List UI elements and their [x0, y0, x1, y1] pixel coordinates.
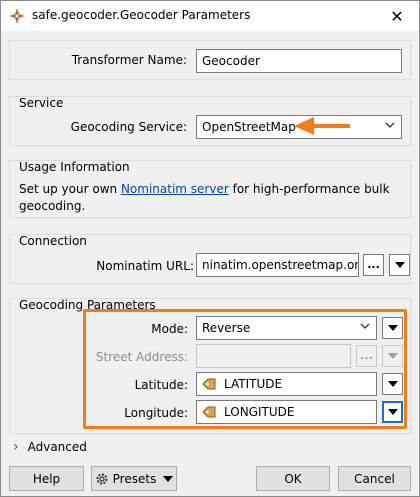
latitude-value: LATITUDE — [224, 377, 283, 391]
triangle-down-icon — [387, 353, 398, 359]
url-browse-button[interactable]: ... — [363, 254, 384, 276]
transformer-name-input[interactable]: Geocoder — [196, 49, 402, 73]
chevron-down-icon — [385, 120, 395, 133]
usage-info-group: Usage Information Set up your own Nomina… — [9, 160, 411, 218]
geocoding-service-label: Geocoding Service: — [70, 120, 187, 134]
longitude-menu-dropdown[interactable] — [382, 401, 403, 423]
chevron-right-icon: › — [13, 439, 19, 455]
mode-select[interactable]: Reverse — [196, 316, 377, 340]
help-button[interactable]: Help — [9, 466, 84, 491]
triangle-down-icon — [387, 381, 398, 387]
close-icon[interactable]: ✕ — [375, 1, 419, 31]
geocoding-params-title: Geocoding Parameters — [19, 298, 156, 312]
connection-group-title: Connection — [19, 234, 87, 248]
chevron-down-icon — [360, 321, 370, 334]
geocoding-service-value: OpenStreetMap — [202, 120, 296, 134]
annotation-arrow-icon — [294, 117, 350, 135]
triangle-down-icon — [163, 475, 174, 482]
attribute-icon — [202, 378, 216, 390]
triangle-down-icon — [387, 325, 398, 331]
mode-label: Mode: — [151, 322, 188, 336]
geocoding-params-group: Geocoding Parameters Mode: Reverse Stree… — [9, 298, 411, 434]
street-address-input[interactable] — [196, 344, 351, 368]
transformer-name-label: Transformer Name: — [71, 53, 187, 67]
presets-label: Presets — [112, 471, 157, 486]
mode-value: Reverse — [202, 321, 251, 335]
fme-app-icon — [9, 8, 25, 24]
latitude-input[interactable]: LATITUDE — [196, 372, 377, 396]
longitude-input[interactable]: LONGITUDE — [196, 400, 377, 424]
usage-text-after: for high-performance bulk — [228, 182, 390, 196]
latitude-label: Latitude: — [134, 378, 188, 392]
attribute-icon — [202, 406, 216, 418]
triangle-down-icon — [387, 409, 398, 415]
longitude-label: Longitude: — [124, 406, 188, 420]
usage-text-line2: geocoding. — [19, 199, 86, 213]
transformer-group: Transformer Name: Geocoder — [9, 40, 411, 80]
title-bar[interactable]: safe.geocoder.Geocoder Parameters ✕ — [1, 1, 419, 31]
url-menu-dropdown[interactable] — [389, 254, 410, 276]
street-menu-dropdown[interactable] — [382, 345, 403, 367]
triangle-down-icon — [394, 262, 405, 268]
street-browse-button[interactable]: ... — [356, 345, 377, 367]
cancel-button[interactable]: Cancel — [338, 466, 411, 491]
nominatim-url-label: Nominatim URL: — [96, 259, 194, 273]
usage-group-title: Usage Information — [19, 160, 130, 174]
nominatim-server-link[interactable]: Nominatim server — [121, 182, 229, 196]
latitude-menu-dropdown[interactable] — [382, 373, 403, 395]
mode-menu-dropdown[interactable] — [382, 317, 403, 339]
presets-button[interactable]: Presets — [91, 466, 177, 491]
service-group: Service Geocoding Service: OpenStreetMap — [9, 96, 411, 146]
street-address-label: Street Address: — [95, 350, 188, 364]
connection-group: Connection Nominatim URL: ninatim.openst… — [9, 234, 411, 284]
service-group-title: Service — [19, 96, 64, 110]
usage-info-text: Set up your own Nominatim server for hig… — [19, 181, 409, 215]
nominatim-url-input[interactable]: ninatim.openstreetmap.org/ — [196, 253, 359, 277]
advanced-label: Advanced — [27, 440, 87, 454]
longitude-value: LONGITUDE — [224, 405, 295, 419]
ok-button[interactable]: OK — [256, 466, 330, 491]
gear-icon — [96, 473, 108, 484]
parameters-dialog: safe.geocoder.Geocoder Parameters ✕ Tran… — [0, 0, 420, 497]
advanced-section-toggle[interactable]: › Advanced — [13, 439, 87, 455]
usage-text-before: Set up your own — [19, 182, 121, 196]
window-title: safe.geocoder.Geocoder Parameters — [32, 8, 251, 22]
